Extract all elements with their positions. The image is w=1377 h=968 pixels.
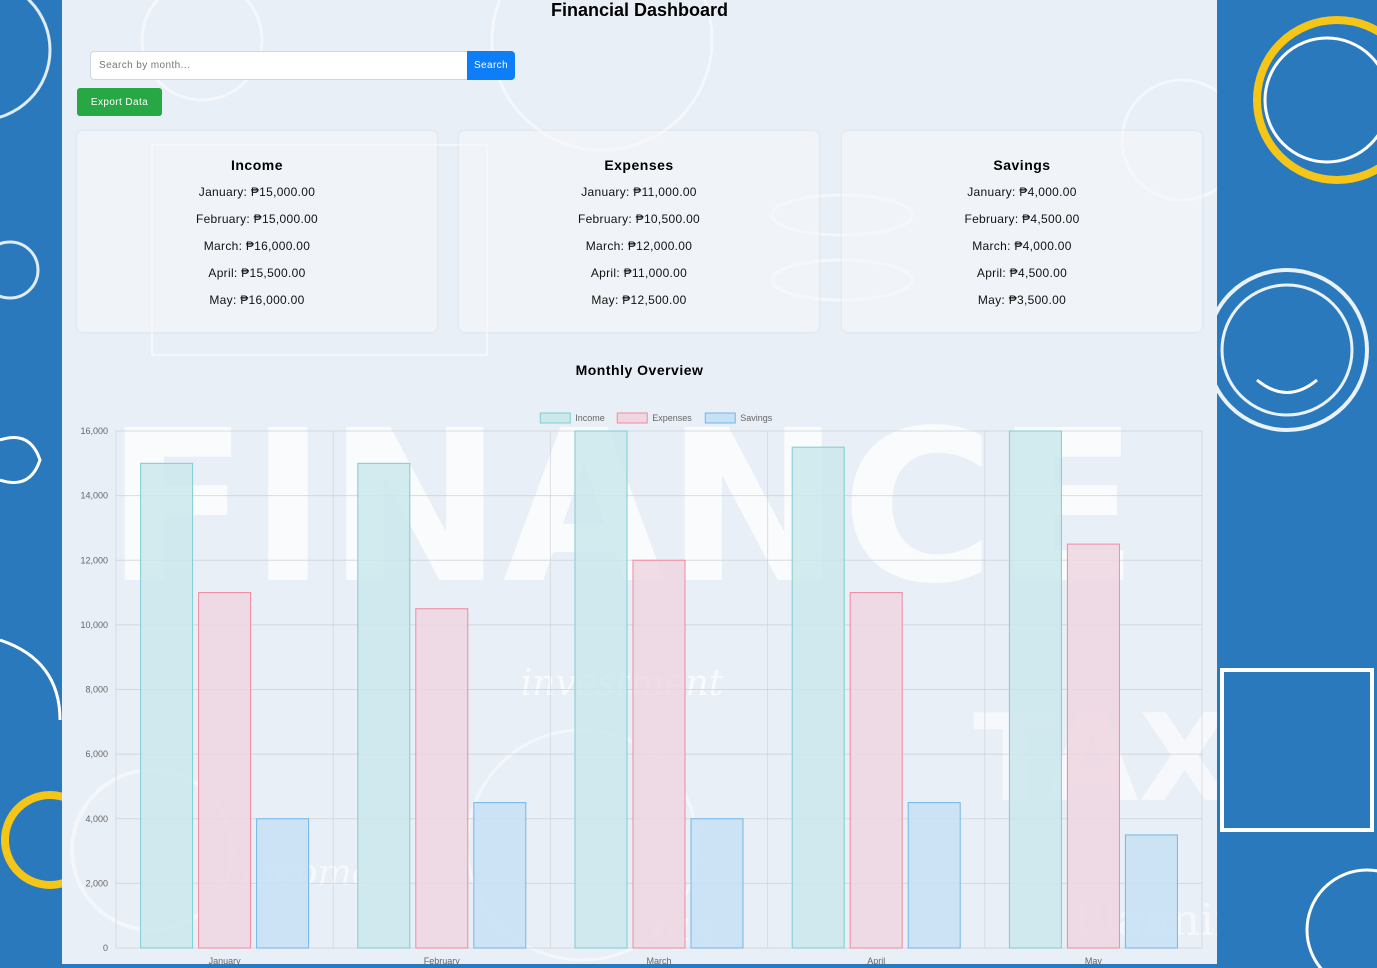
card-title: Income: [230, 157, 283, 173]
search-bar: Search: [90, 51, 515, 80]
income-line: January: ₱15,000.00: [198, 185, 316, 199]
y-tick-label: 8,000: [85, 685, 108, 695]
y-tick-label: 6,000: [85, 749, 108, 759]
card-title: Savings: [993, 157, 1051, 173]
bar-expenses: [849, 592, 903, 949]
bar-savings: [256, 818, 310, 949]
legend-label: Income: [575, 413, 605, 423]
bar-income: [140, 462, 194, 949]
bar-expenses: [415, 608, 469, 949]
monthly-overview-chart: 0 2,000 4,000 6,000 8,000 10,000 12,000 14,000 1…: [80, 412, 1203, 964]
background-decoration-left: $$$: [0, 0, 62, 968]
income-line: May: ₱16,000.00: [209, 293, 305, 307]
income-line: March: ₱16,000.00: [203, 239, 311, 253]
bar-savings: [690, 818, 744, 949]
bar-savings: [1124, 834, 1178, 949]
y-tick-label: 0: [103, 943, 108, 953]
y-tick-label: 4,000: [85, 814, 108, 824]
bar-expenses: [632, 559, 686, 949]
income-line: April: ₱15,500.00: [208, 266, 306, 280]
chart-title: Monthly Overview: [575, 362, 704, 378]
savings-line: April: ₱4,500.00: [976, 266, 1068, 280]
bar-income: [574, 430, 628, 949]
expenses-line: April: ₱11,000.00: [590, 266, 688, 280]
expenses-line: February: ₱10,500.00: [577, 212, 701, 226]
savings-line: May: ₱3,500.00: [977, 293, 1067, 307]
page-title: Financial Dashboard: [550, 0, 729, 20]
y-tick-label: 16,000: [80, 426, 108, 436]
legend-label: Savings: [740, 413, 773, 423]
savings-line: March: ₱4,000.00: [972, 239, 1072, 253]
y-tick-label: 10,000: [80, 620, 108, 630]
expenses-line: March: ₱12,000.00: [585, 239, 693, 253]
y-tick-label: 2,000: [85, 878, 108, 888]
search-button[interactable]: Search: [467, 51, 515, 80]
expenses-line: January: ₱11,000.00: [581, 185, 697, 199]
income-card: Income January: ₱15,000.00 February: ₱15…: [77, 131, 437, 332]
legend-swatch-income: [539, 412, 571, 424]
x-tick-label: February: [424, 956, 461, 964]
expenses-line: May: ₱12,500.00: [591, 293, 687, 307]
export-data-button[interactable]: Export Data: [77, 88, 162, 116]
x-tick-label: April: [867, 956, 885, 964]
bar-expenses: [1066, 543, 1120, 949]
search-input[interactable]: [90, 51, 467, 80]
bar-savings: [473, 802, 527, 949]
x-tick-label: January: [209, 956, 242, 964]
income-line: February: ₱15,000.00: [195, 212, 319, 226]
y-tick-label: 12,000: [80, 555, 108, 565]
x-tick-label: May: [1085, 956, 1103, 964]
expenses-card: Expenses January: ₱11,000.00 February: ₱…: [459, 131, 819, 332]
savings-card: Savings January: ₱4,000.00 February: ₱4,…: [842, 131, 1202, 332]
x-tick-label: March: [646, 956, 671, 964]
bar-income: [791, 446, 845, 949]
legend-swatch-expenses: [616, 412, 648, 424]
legend-label: Expenses: [652, 413, 692, 423]
y-tick-label: 14,000: [80, 491, 108, 501]
bar-savings: [907, 802, 961, 949]
background-decoration-right: [1217, 0, 1377, 968]
savings-line: January: ₱4,000.00: [967, 185, 1077, 199]
card-title: Expenses: [604, 157, 674, 173]
bar-income: [1008, 430, 1062, 949]
savings-line: February: ₱4,500.00: [964, 212, 1080, 226]
dashboard-panel: FINANCE TAX investment income tax Planni…: [62, 0, 1217, 964]
legend-swatch-savings: [704, 412, 736, 424]
bar-income: [357, 462, 411, 949]
bar-expenses: [198, 592, 252, 949]
